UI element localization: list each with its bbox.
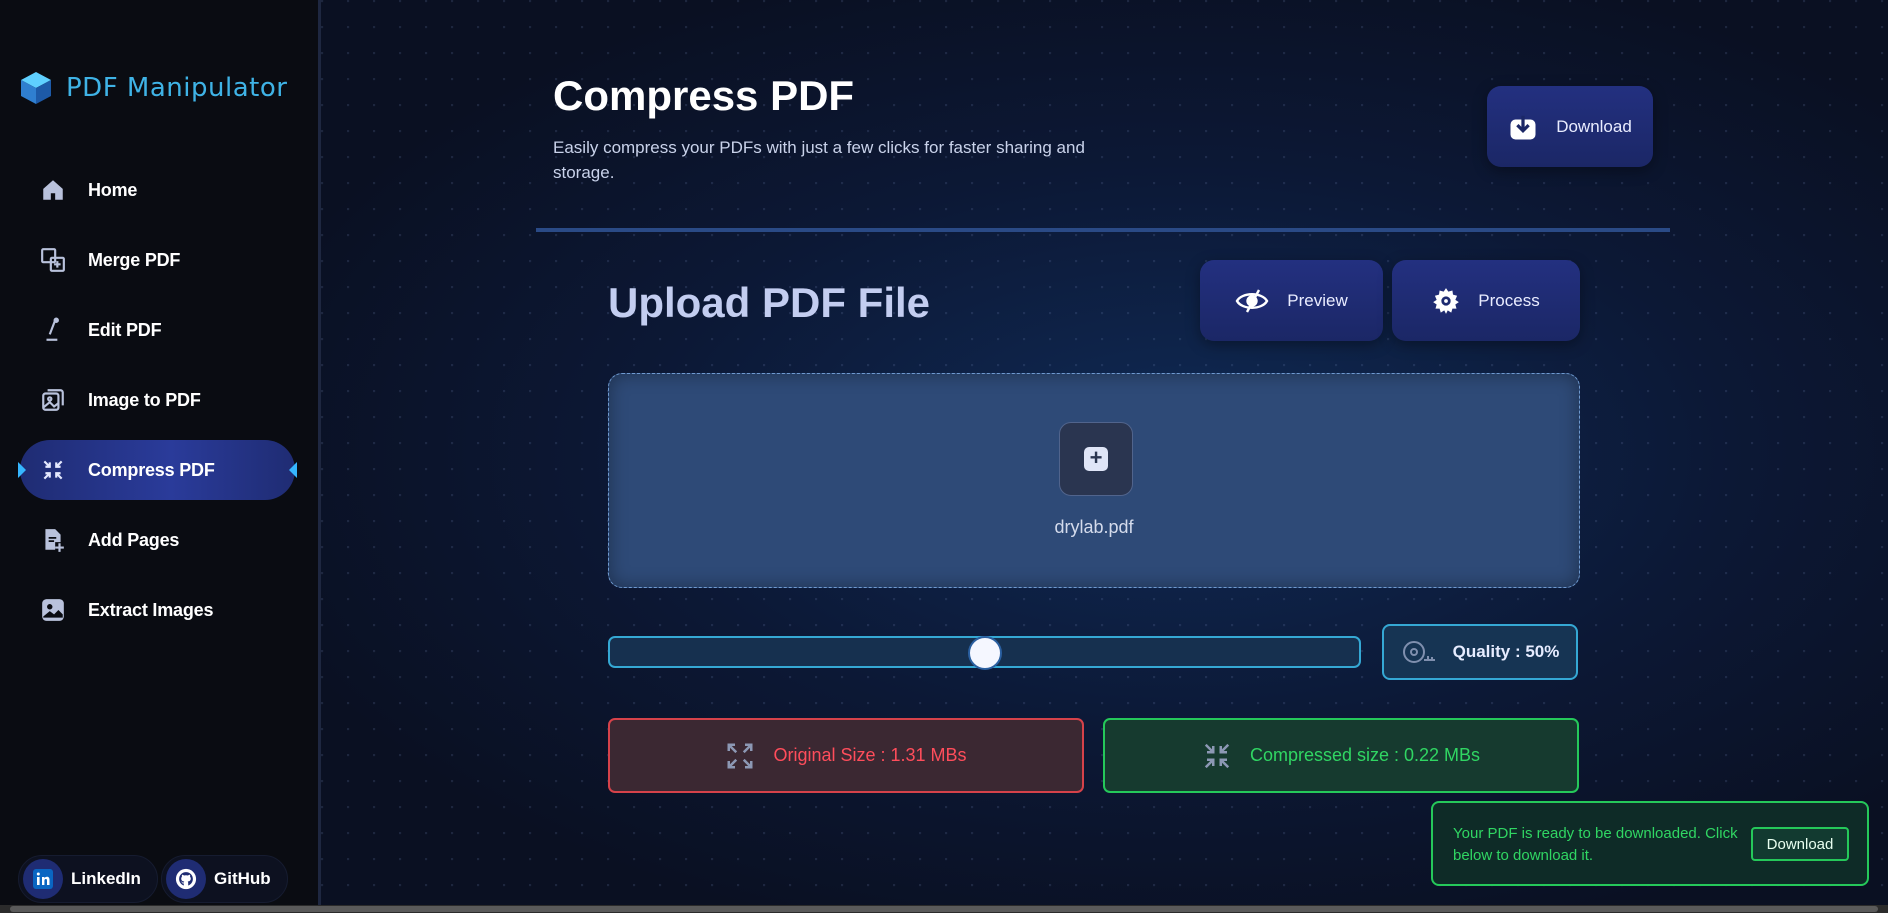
- sidebar-item-label: Extract Images: [88, 599, 214, 620]
- toast-message: Your PDF is ready to be downloaded. Clic…: [1453, 825, 1738, 864]
- compress-icon: [1204, 743, 1230, 768]
- quality-label: Quality : 50%: [1452, 642, 1560, 661]
- sidebar-item-label: Edit PDF: [88, 319, 162, 340]
- download-icon: [1510, 115, 1536, 139]
- slider-thumb[interactable]: [967, 636, 1002, 670]
- github-link[interactable]: GitHub: [161, 855, 288, 903]
- sidebar-item-merge-pdf[interactable]: Merge PDF: [20, 230, 295, 290]
- sidebar-item-label: Image to PDF: [88, 389, 201, 410]
- divider: [536, 228, 1670, 232]
- quality-slider[interactable]: [608, 636, 1361, 670]
- gear-icon: [1433, 287, 1460, 314]
- logo-cube-icon: [21, 72, 51, 104]
- sidebar-item-label: Home: [88, 179, 138, 200]
- sidebar-item-extract-images[interactable]: Extract Images: [20, 580, 295, 640]
- github-label: GitHub: [214, 869, 271, 888]
- app-title: PDF Manipulator: [66, 73, 288, 103]
- upload-title: Upload PDF File: [608, 279, 931, 326]
- add-page-icon: [38, 525, 68, 555]
- file-dropzone[interactable]: + drylab.pdf: [608, 373, 1580, 588]
- compress-icon: [38, 455, 68, 485]
- sidebar-item-compress-pdf[interactable]: Compress PDF: [18, 440, 297, 500]
- home-icon: [38, 175, 68, 205]
- horizontal-scrollbar[interactable]: [0, 905, 1888, 913]
- linkedin-icon: [23, 859, 63, 899]
- plus-icon: +: [1084, 447, 1108, 471]
- process-label: Process: [1478, 290, 1540, 310]
- sidebar-item-image-to-pdf[interactable]: Image to PDF: [20, 370, 295, 430]
- original-size-box: Original Size : 1.31 MBs: [608, 718, 1084, 793]
- file-name: drylab.pdf: [1054, 517, 1134, 537]
- compressed-size-box: Compressed size : 0.22 MBs: [1103, 718, 1579, 793]
- original-size-text: Original Size : 1.31 MBs: [773, 745, 967, 765]
- compressed-size-text: Compressed size : 0.22 MBs: [1249, 745, 1481, 765]
- page-title: Compress PDF: [553, 72, 855, 119]
- image-stack-icon: [38, 385, 68, 415]
- preview-button[interactable]: Preview: [1200, 260, 1383, 341]
- download-label: Download: [1556, 116, 1632, 136]
- sidebar-item-edit-pdf[interactable]: Edit PDF: [20, 300, 295, 360]
- github-icon: [166, 859, 206, 899]
- download-ready-toast: Your PDF is ready to be downloaded. Clic…: [1431, 801, 1869, 886]
- preview-label: Preview: [1287, 290, 1348, 310]
- brand[interactable]: PDF Manipulator: [18, 70, 287, 106]
- add-file-button[interactable]: +: [1059, 422, 1133, 496]
- sidebar-item-label: Merge PDF: [88, 249, 181, 270]
- download-button[interactable]: Download: [1487, 86, 1653, 167]
- tape-measure-icon: [1402, 641, 1435, 663]
- linkedin-link[interactable]: LinkedIn: [18, 855, 158, 903]
- scrollbar-thumb[interactable]: [10, 906, 1878, 912]
- merge-icon: [38, 245, 68, 275]
- sidebar-item-home[interactable]: Home: [20, 160, 295, 220]
- sidebar: PDF Manipulator Home Merge PDF Edit PDF …: [0, 0, 321, 905]
- quality-indicator: Quality : 50%: [1382, 624, 1578, 680]
- linkedin-label: LinkedIn: [71, 869, 141, 888]
- eye-icon: [1235, 288, 1269, 313]
- main-content: Compress PDF Easily compress your PDFs w…: [321, 0, 1888, 905]
- toast-download-button[interactable]: Download: [1751, 827, 1849, 861]
- sidebar-item-add-pages[interactable]: Add Pages: [20, 510, 295, 570]
- sidebar-nav: Home Merge PDF Edit PDF Image to PDF Com…: [18, 160, 297, 650]
- page-subtitle: Easily compress your PDFs with just a fe…: [553, 138, 1085, 182]
- sidebar-item-label: Compress PDF: [88, 459, 215, 480]
- pen-icon: [38, 315, 68, 345]
- expand-icon: [727, 743, 753, 768]
- image-icon: [38, 595, 68, 625]
- process-button[interactable]: Process: [1392, 260, 1580, 341]
- sidebar-item-label: Add Pages: [88, 529, 180, 550]
